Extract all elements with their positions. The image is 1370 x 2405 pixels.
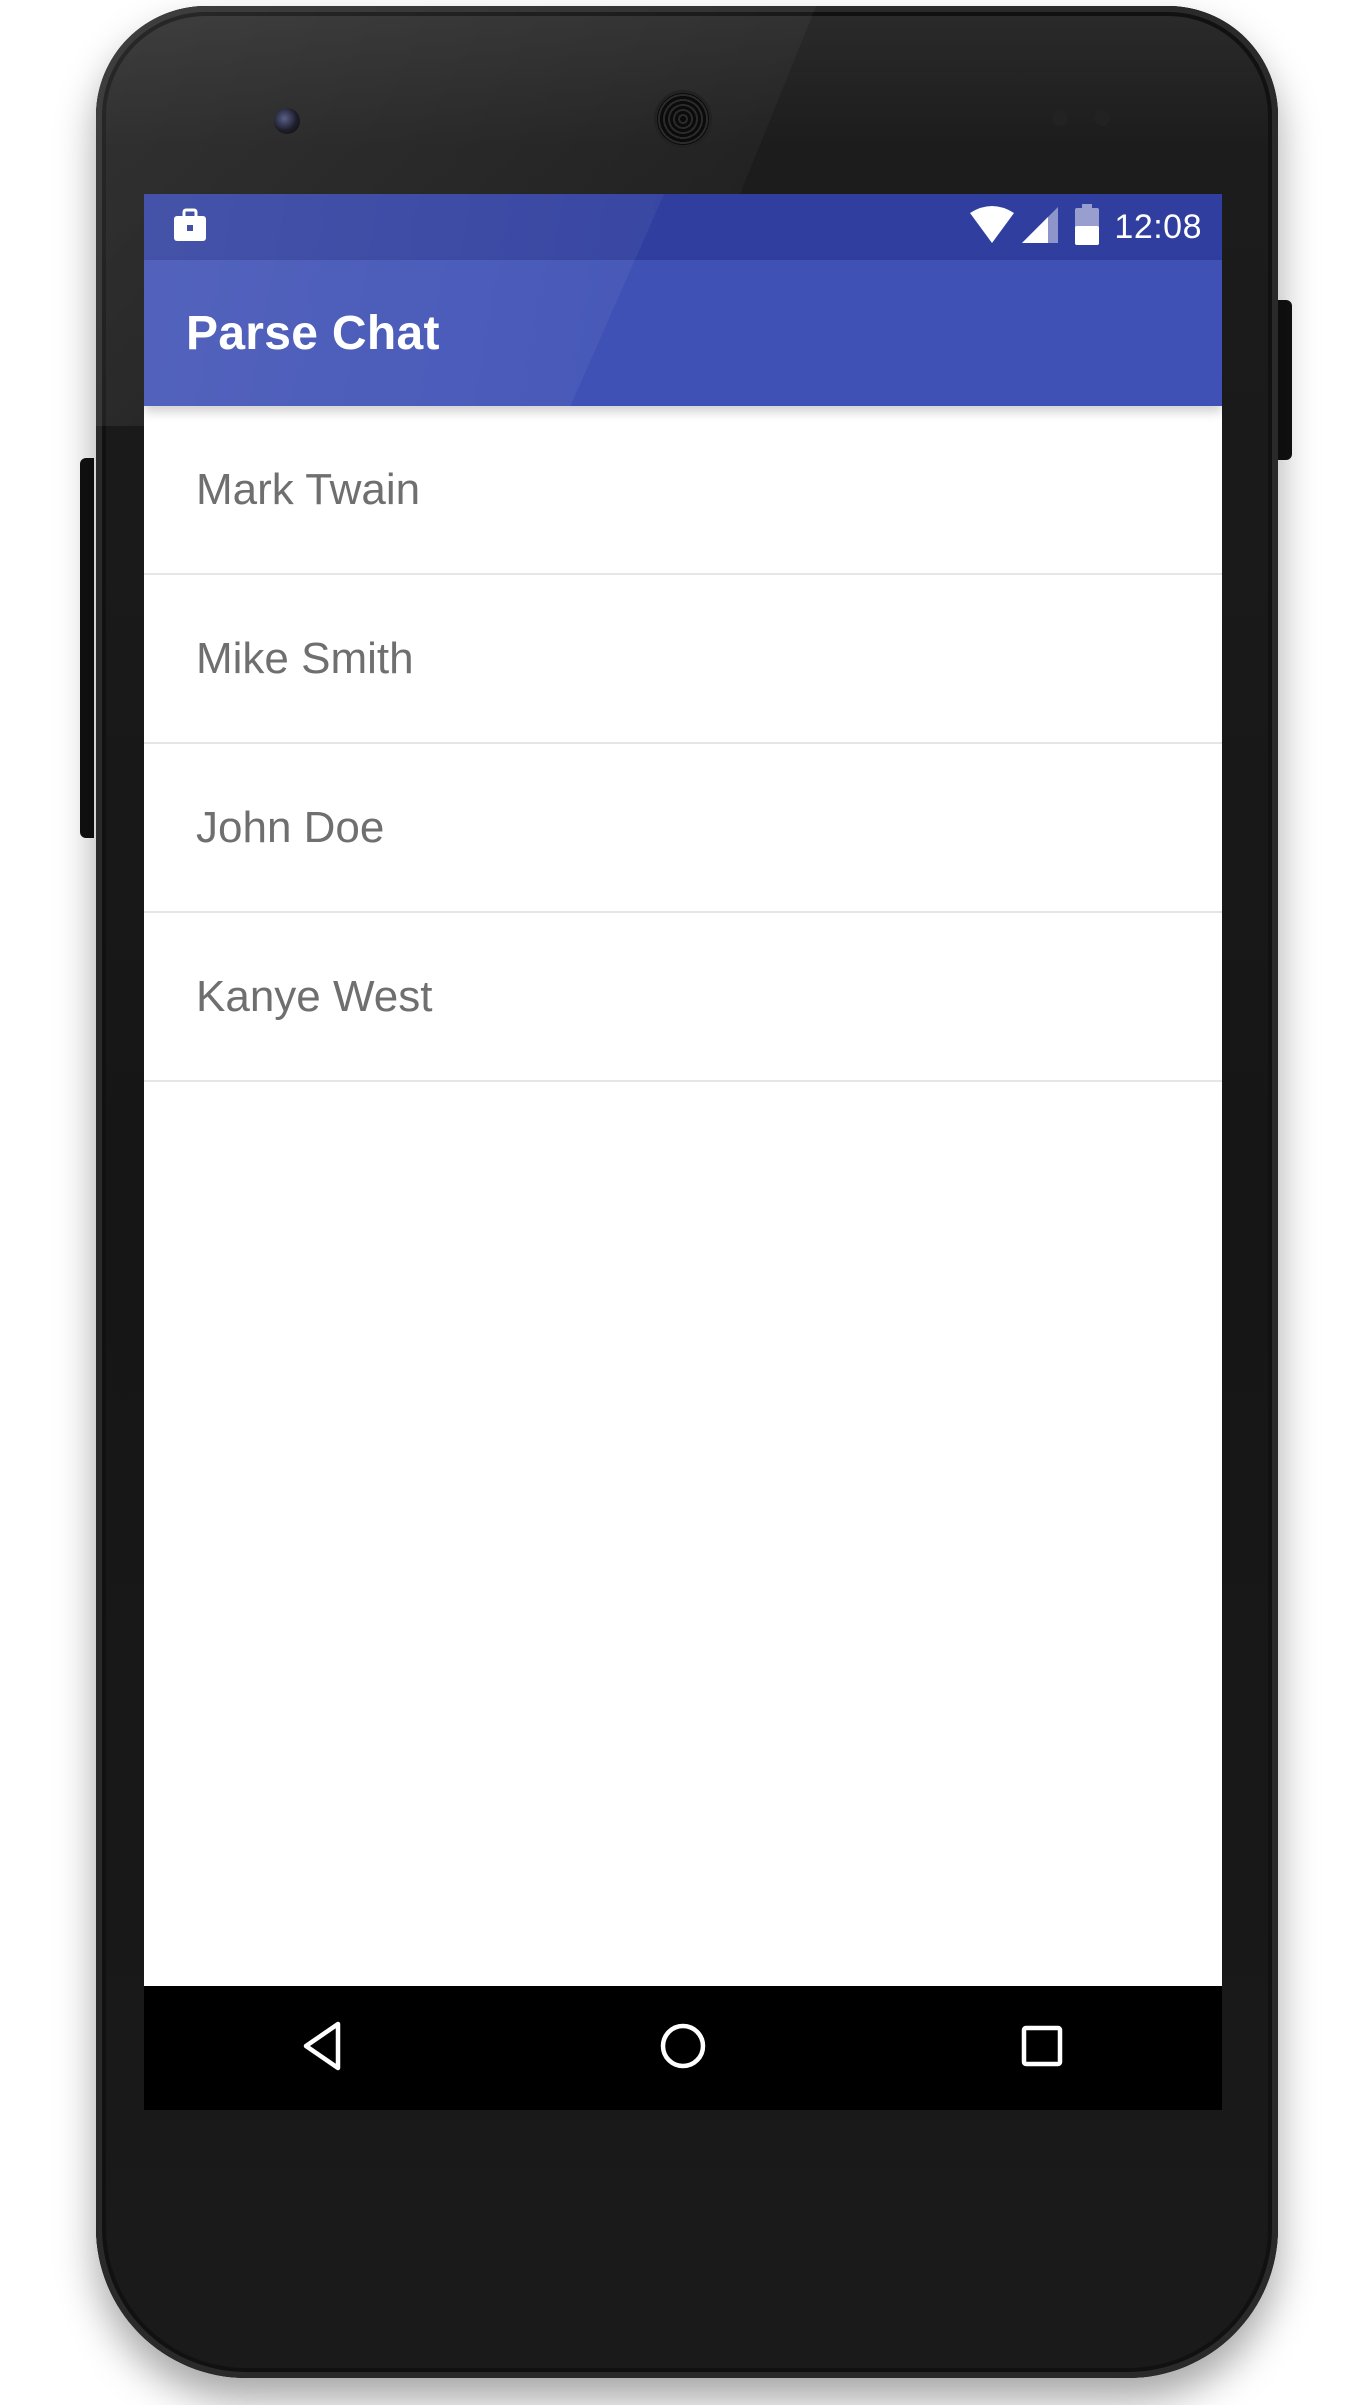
contact-name: Kanye West (196, 971, 433, 1021)
screen: 12:08 Parse Chat Mark Twain Mike Smith J… (144, 194, 1222, 2110)
earpiece-speaker (654, 90, 712, 148)
device-frame: 12:08 Parse Chat Mark Twain Mike Smith J… (0, 0, 1370, 2405)
status-bar: 12:08 (144, 194, 1222, 260)
status-time: 12:08 (1114, 207, 1202, 246)
recents-button[interactable] (982, 1988, 1102, 2108)
contact-name: Mike Smith (196, 633, 414, 683)
back-button[interactable] (264, 1988, 384, 2108)
volume-button (80, 458, 94, 838)
home-button[interactable] (623, 1988, 743, 2108)
list-item[interactable]: Mike Smith (144, 575, 1222, 744)
page-title: Parse Chat (186, 306, 440, 360)
app-bar: Parse Chat (144, 260, 1222, 406)
back-icon (294, 2016, 354, 2081)
briefcase-icon (170, 205, 210, 250)
contact-name: John Doe (196, 802, 385, 852)
power-button (1278, 300, 1292, 460)
contact-name: Mark Twain (196, 464, 421, 514)
contact-list: Mark Twain Mike Smith John Doe Kanye Wes… (144, 406, 1222, 1082)
navigation-bar (144, 1986, 1222, 2110)
wifi-icon (968, 205, 1016, 250)
front-camera (274, 108, 300, 134)
list-item[interactable]: Mark Twain (144, 406, 1222, 575)
home-icon (653, 2016, 713, 2081)
list-item[interactable]: John Doe (144, 744, 1222, 913)
light-sensor (1094, 110, 1110, 126)
cell-signal-icon (1020, 205, 1060, 250)
battery-icon (1074, 203, 1100, 251)
list-item[interactable]: Kanye West (144, 913, 1222, 1082)
recents-icon (1012, 2016, 1072, 2081)
proximity-sensor (1052, 110, 1068, 126)
